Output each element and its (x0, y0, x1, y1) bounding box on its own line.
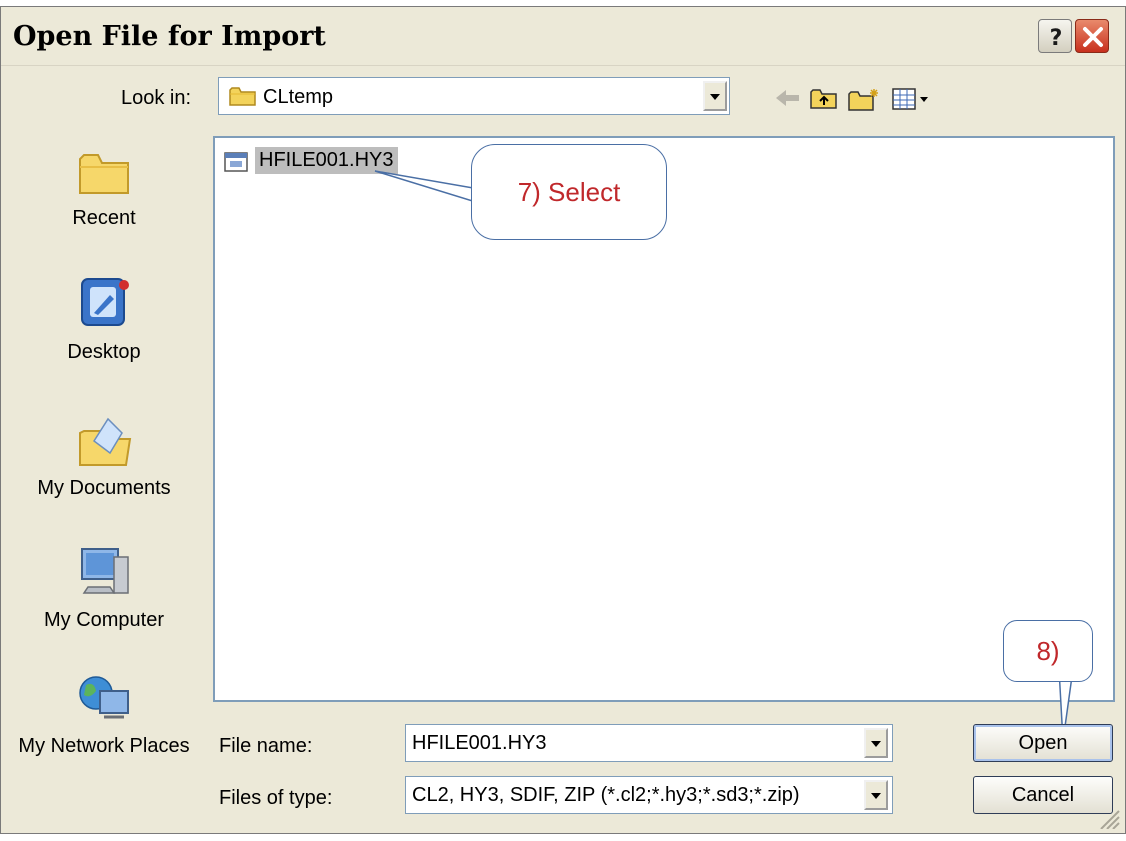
svg-text:?: ? (1050, 26, 1063, 51)
place-label: My Documents (37, 477, 171, 499)
filetype-value: CL2, HY3, SDIF, ZIP (*.cl2;*.hy3;*.sd3;*… (412, 784, 800, 806)
up-folder-icon[interactable] (809, 87, 839, 111)
close-icon (1083, 27, 1103, 47)
folder-icon (229, 87, 256, 106)
select-annotation-text: 7) Select (517, 177, 621, 207)
lookin-dropdown-button[interactable] (703, 81, 727, 111)
place-recent[interactable]: Recent (9, 133, 199, 230)
cancel-button[interactable]: Cancel (973, 776, 1113, 814)
place-label: Recent (72, 207, 136, 229)
open-annotation-text: 8) (1036, 636, 1060, 666)
close-button[interactable] (1075, 19, 1109, 53)
title-bar: Open File for Import ? (1, 7, 1125, 66)
my-computer-icon (81, 548, 129, 594)
dialog-title: Open File for Import (13, 21, 326, 52)
place-my-computer[interactable]: My Computer (9, 543, 199, 632)
place-my-network-places[interactable]: My Network Places (9, 669, 199, 758)
filename-input[interactable]: HFILE001.HY3 (405, 724, 893, 762)
place-label: My Computer (43, 609, 165, 631)
recent-folder-icon (79, 154, 129, 194)
help-button[interactable]: ? (1038, 19, 1072, 53)
chevron-down-icon (871, 741, 881, 747)
hy3-file-icon (224, 152, 248, 172)
resize-grip-icon[interactable] (1097, 807, 1121, 829)
chevron-down-icon (710, 94, 720, 100)
places-bar: Recent Desktop My Documents My Computer … (9, 133, 199, 823)
open-annotation: 8) (1003, 620, 1093, 682)
lookin-label: Look in: (121, 87, 192, 109)
place-desktop[interactable]: Desktop (9, 273, 199, 364)
filetype-select[interactable]: CL2, HY3, SDIF, ZIP (*.cl2;*.hy3;*.sd3;*… (405, 776, 893, 814)
chevron-down-icon (871, 793, 881, 799)
open-file-dialog: Open File for Import ? Look in: CLtemp R… (0, 6, 1126, 834)
filetype-label: Files of type: (219, 787, 333, 809)
filename-label: File name: (219, 735, 313, 757)
place-label: My Network Places (18, 735, 190, 757)
place-label: Desktop (67, 341, 141, 363)
view-menu-icon[interactable] (891, 87, 931, 111)
filetype-dropdown-button[interactable] (864, 780, 888, 810)
desktop-icon (81, 278, 129, 326)
lookin-value: CLtemp (263, 86, 334, 108)
lookin-combobox[interactable]: CLtemp (218, 77, 730, 115)
new-folder-icon[interactable] (847, 87, 881, 113)
open-button[interactable]: Open (973, 724, 1113, 762)
back-arrow-icon[interactable] (773, 87, 803, 109)
help-icon: ? (1050, 26, 1063, 51)
select-annotation: 7) Select (471, 144, 667, 240)
network-places-icon (79, 676, 129, 719)
place-my-documents[interactable]: My Documents (9, 411, 199, 500)
filename-value: HFILE001.HY3 (412, 732, 547, 754)
my-documents-icon (79, 417, 132, 466)
filename-dropdown-button[interactable] (864, 728, 888, 758)
